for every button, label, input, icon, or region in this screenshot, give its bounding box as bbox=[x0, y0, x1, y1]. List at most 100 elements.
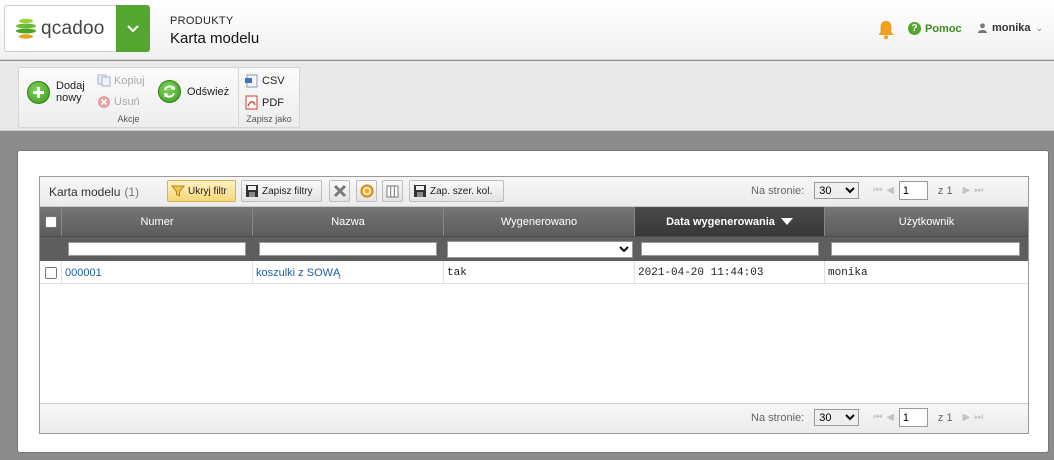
hide-filter-button[interactable]: Ukryj filtr bbox=[167, 180, 236, 202]
last-page-icon[interactable]: ⏭ bbox=[974, 412, 983, 423]
help-link[interactable]: ? Pomoc bbox=[908, 22, 962, 35]
save-column-widths-label: Zap. szer. kol. bbox=[430, 185, 493, 197]
column-header-data-wygenerowania[interactable]: Data wygenerowania bbox=[635, 207, 825, 236]
export-pdf-button[interactable]: PDF bbox=[244, 95, 284, 110]
copy-label: Kopiuj bbox=[114, 74, 145, 87]
save-icon bbox=[414, 185, 426, 197]
help-label: Pomoc bbox=[925, 22, 962, 35]
reset-icon bbox=[360, 184, 373, 198]
grid-title-text: Karta modelu bbox=[49, 185, 121, 199]
table-row[interactable]: 000001 koszulki z SOWĄ tak 2021-04-20 11… bbox=[40, 261, 1028, 284]
save-icon bbox=[246, 185, 258, 197]
last-page-icon[interactable]: ⏭ bbox=[974, 185, 983, 196]
table-header: Numer Nazwa Wygenerowano Data wygenerowa… bbox=[40, 207, 1028, 236]
data-grid: Karta modelu (1) Ukryj filtr Zapisz filtr… bbox=[39, 176, 1029, 434]
help-icon: ? bbox=[908, 22, 921, 35]
csv-label: CSV bbox=[262, 75, 285, 87]
refresh-button[interactable]: Odśwież bbox=[158, 80, 229, 103]
column-header-label: Data wygenerowania bbox=[666, 215, 775, 228]
page-title: Karta modelu bbox=[170, 30, 260, 47]
add-icon bbox=[27, 80, 50, 104]
ribbon-group-caption: Zapisz jako bbox=[246, 114, 292, 124]
pager-top: Na stronie: 30 ⏮ ◀ z 1 ▶ ⏭ bbox=[751, 181, 983, 200]
delete-button[interactable]: Usuń bbox=[97, 95, 140, 109]
column-header-uzytkownik[interactable]: Użytkownik bbox=[825, 207, 1028, 236]
save-filters-button[interactable]: Zapisz filtry bbox=[241, 180, 322, 202]
clear-filter-icon bbox=[333, 184, 346, 198]
grid-footer: Na stronie: 30 ⏮ ◀ z 1 ▶ ⏭ bbox=[40, 403, 1028, 433]
cell-uzytkownik: monika bbox=[828, 266, 868, 279]
user-icon bbox=[978, 23, 987, 33]
page-count-label: z 1 bbox=[937, 411, 953, 424]
filter-numer-input[interactable] bbox=[68, 242, 246, 256]
grid-record-count: (1) bbox=[124, 185, 140, 199]
notification-bell-icon[interactable] bbox=[877, 20, 895, 40]
cell-data-wygenerowania: 2021-04-20 11:44:03 bbox=[635, 261, 825, 284]
delete-label: Usuń bbox=[114, 96, 140, 108]
chevron-down-icon bbox=[127, 24, 139, 32]
per-page-select[interactable]: 30 bbox=[814, 409, 860, 426]
per-page-select[interactable]: 30 bbox=[814, 182, 860, 199]
add-new-label: Dodaj nowy bbox=[56, 80, 85, 104]
columns-icon bbox=[386, 185, 399, 197]
sort-desc-icon bbox=[780, 218, 793, 225]
csv-icon bbox=[245, 74, 258, 88]
user-name: monika bbox=[992, 22, 1031, 34]
filter-row bbox=[40, 236, 1028, 261]
breadcrumb-category: PRODUKTY bbox=[170, 15, 234, 27]
select-all-checkbox[interactable] bbox=[44, 215, 57, 228]
previous-page-icon[interactable]: ◀ bbox=[886, 185, 894, 196]
qcadoo-logo-icon bbox=[16, 18, 36, 39]
reset-settings-button[interactable] bbox=[356, 180, 377, 202]
content-panel: Karta modelu (1) Ukryj filtr Zapisz filtr… bbox=[17, 150, 1049, 453]
cell-numer[interactable]: 000001 bbox=[62, 261, 253, 284]
per-page-label: Na stronie: bbox=[751, 411, 805, 424]
row-checkbox[interactable] bbox=[44, 266, 57, 279]
column-header-nazwa[interactable]: Nazwa bbox=[253, 207, 444, 236]
filter-icon bbox=[171, 185, 185, 197]
clear-filters-button[interactable] bbox=[329, 180, 350, 202]
columns-button[interactable] bbox=[382, 180, 403, 202]
first-page-icon[interactable]: ⏮ bbox=[873, 185, 882, 196]
add-new-button[interactable]: Dodaj nowy bbox=[27, 80, 85, 104]
delete-icon bbox=[98, 96, 110, 108]
next-page-icon[interactable]: ▶ bbox=[963, 185, 971, 196]
ribbon-group-actions: Dodaj nowy Kopiuj Usuń Odśwież Akcje bbox=[18, 67, 239, 128]
add-new-label-line1: Dodaj bbox=[56, 80, 85, 92]
select-all-cell bbox=[40, 207, 62, 236]
add-new-label-line2: nowy bbox=[56, 92, 82, 104]
save-column-widths-button[interactable]: Zap. szer. kol. bbox=[409, 180, 504, 202]
previous-page-icon[interactable]: ◀ bbox=[886, 412, 894, 423]
page-number-input[interactable] bbox=[898, 408, 928, 427]
refresh-icon bbox=[158, 80, 181, 103]
ribbon-group-caption: Akcje bbox=[117, 114, 140, 124]
grid-title: Karta modelu (1) bbox=[49, 185, 139, 199]
copy-icon bbox=[97, 74, 111, 87]
user-menu[interactable]: monika ⌄ bbox=[978, 22, 1043, 34]
ribbon-toolbar: Dodaj nowy Kopiuj Usuń Odśwież Akcje CSV… bbox=[0, 61, 1054, 131]
first-page-icon[interactable]: ⏮ bbox=[873, 412, 882, 423]
next-page-icon[interactable]: ▶ bbox=[963, 412, 971, 423]
filter-data-input[interactable] bbox=[641, 242, 819, 256]
save-filters-label: Zapisz filtry bbox=[262, 185, 313, 197]
filter-nazwa-input[interactable] bbox=[259, 242, 437, 256]
main-menu-button[interactable] bbox=[116, 5, 150, 52]
export-csv-button[interactable]: CSV bbox=[244, 74, 285, 88]
grid-toolbar: Karta modelu (1) Ukryj filtr Zapisz filtr… bbox=[40, 177, 1028, 207]
column-header-numer[interactable]: Numer bbox=[62, 207, 253, 236]
cell-wygenerowano: tak bbox=[444, 261, 635, 284]
pdf-label: PDF bbox=[262, 96, 284, 109]
logo[interactable]: qcadoo bbox=[4, 5, 116, 52]
refresh-label: Odśwież bbox=[187, 85, 230, 98]
column-header-wygenerowano[interactable]: Wygenerowano bbox=[444, 207, 635, 236]
filter-wygenerowano-select[interactable] bbox=[447, 241, 633, 258]
hide-filter-label: Ukryj filtr bbox=[188, 185, 227, 197]
per-page-label: Na stronie: bbox=[751, 184, 805, 197]
row-select-cell bbox=[40, 261, 62, 284]
chevron-down-icon: ⌄ bbox=[1035, 22, 1044, 33]
pager-bottom: Na stronie: 30 ⏮ ◀ z 1 ▶ ⏭ bbox=[751, 408, 983, 427]
filter-uzytkownik-input[interactable] bbox=[831, 242, 1020, 256]
cell-nazwa[interactable]: koszulki z SOWĄ bbox=[253, 261, 444, 284]
copy-button[interactable]: Kopiuj bbox=[97, 74, 145, 87]
page-number-input[interactable] bbox=[898, 181, 928, 200]
